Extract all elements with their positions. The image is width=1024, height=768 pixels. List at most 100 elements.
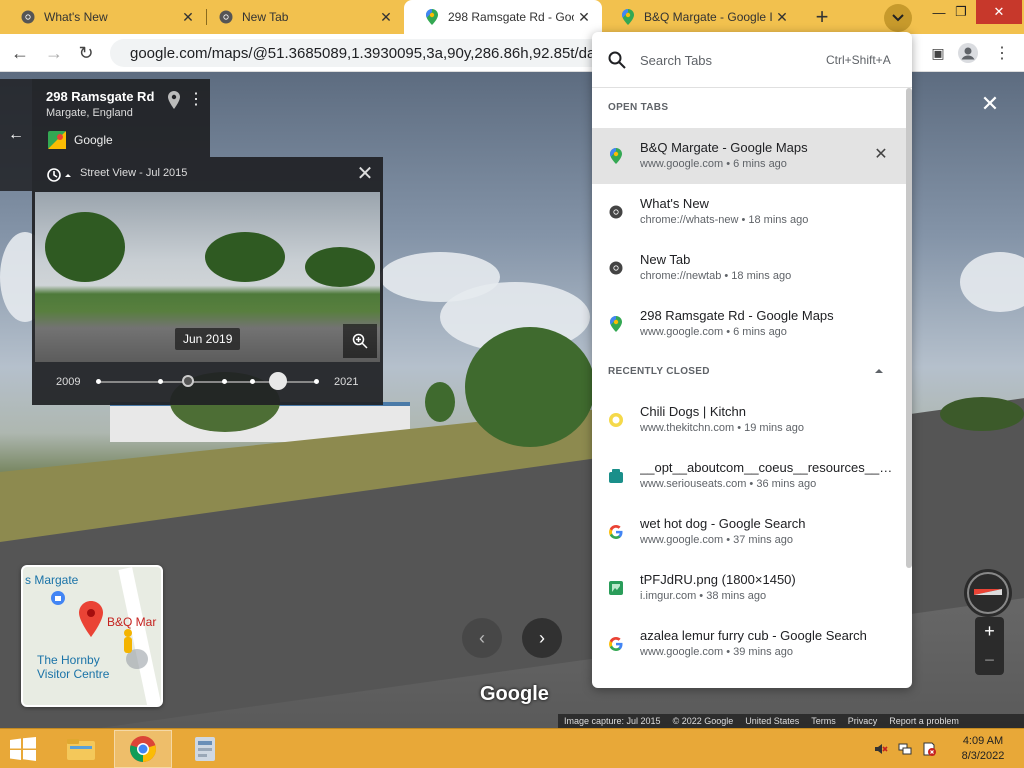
- zoom-out-button[interactable]: −: [975, 646, 1004, 675]
- tab-item-subtitle: www.seriouseats.com • 36 mins ago: [640, 478, 817, 490]
- action-center-warning-icon[interactable]: [922, 742, 936, 756]
- timeline-marker[interactable]: [96, 379, 101, 384]
- back-arrow-button[interactable]: ←: [0, 79, 32, 191]
- taskbar-file-explorer[interactable]: [52, 730, 110, 768]
- pin-icon[interactable]: [166, 91, 182, 109]
- search-icon: [608, 51, 626, 69]
- chevron-down-icon: [892, 14, 904, 22]
- red-pin-icon: [79, 601, 103, 637]
- recently-closed-item[interactable]: __opt__aboutcom__coeus__resources__co...…: [592, 448, 908, 504]
- tab-item-subtitle: i.imgur.com • 38 mins ago: [640, 590, 767, 602]
- profile-avatar[interactable]: [956, 41, 980, 65]
- close-icon[interactable]: ✕: [354, 163, 376, 185]
- forward-button[interactable]: →: [42, 41, 66, 65]
- windows-start-icon[interactable]: [8, 737, 38, 761]
- speaker-muted-icon[interactable]: [874, 742, 888, 756]
- tab-new-tab[interactable]: New Tab ✕: [198, 0, 404, 34]
- clock-time: 4:09 AM: [962, 735, 1004, 747]
- timeline-marker-current[interactable]: [182, 375, 194, 387]
- collapse-arrow-icon[interactable]: [874, 366, 884, 376]
- tab-298-ramsgate[interactable]: 298 Ramsgate Rd - Goog ✕: [404, 0, 602, 34]
- imgur-icon: [608, 580, 624, 596]
- timeline-marker[interactable]: [250, 379, 255, 384]
- cloud: [960, 252, 1024, 312]
- recently-closed-item[interactable]: tPFJdRU.png (1800×1450) i.imgur.com • 38…: [592, 560, 908, 616]
- shopping-bag-icon: [51, 591, 65, 605]
- back-button[interactable]: ←: [8, 41, 32, 65]
- location-source: Google: [74, 133, 113, 147]
- tab-bq-margate[interactable]: B&Q Margate - Google I ✕: [600, 0, 800, 34]
- privacy-link[interactable]: Privacy: [848, 716, 878, 726]
- seriouseats-icon: [608, 468, 624, 484]
- thumbnail-date-badge: Jun 2019: [175, 328, 241, 350]
- taskbar-app[interactable]: [176, 730, 234, 768]
- google-maps-logo-icon: [48, 131, 66, 149]
- close-street-view-icon[interactable]: ✕: [978, 92, 1002, 116]
- recently-closed-item[interactable]: Chili Dogs | Kitchn www.thekitchn.com • …: [592, 392, 908, 448]
- close-tab-icon[interactable]: ✕: [772, 7, 792, 27]
- time-machine-panel: Street View - Jul 2015 ✕ Jun 2019 2009 2…: [32, 157, 383, 405]
- history-icon[interactable]: [46, 167, 72, 183]
- open-tab-item[interactable]: New Tab chrome://newtab • 18 mins ago: [592, 240, 908, 296]
- tree: [45, 212, 125, 282]
- open-tab-item[interactable]: B&Q Margate - Google Maps www.google.com…: [592, 128, 908, 184]
- timeline-marker[interactable]: [314, 379, 319, 384]
- close-tab-icon[interactable]: ✕: [574, 7, 594, 27]
- chrome-icon: [130, 736, 156, 762]
- close-tab-icon[interactable]: ✕: [376, 7, 396, 27]
- taskbar-chrome[interactable]: [114, 730, 172, 768]
- timeline-end-year: 2021: [334, 376, 359, 388]
- timeline-marker[interactable]: [222, 379, 227, 384]
- google-maps-icon: [608, 148, 624, 164]
- next-arrow-button[interactable]: ›: [522, 618, 562, 658]
- tab-item-title: azalea lemur furry cub - Google Search: [640, 628, 867, 643]
- tab-search-shortcut: Ctrl+Shift+A: [826, 53, 891, 67]
- open-tabs-heading: OPEN TABS: [608, 102, 669, 113]
- tab-search-row[interactable]: Search Tabs Ctrl+Shift+A: [592, 32, 912, 88]
- close-window-button[interactable]: ✕: [976, 0, 1022, 24]
- street-view-thumbnail[interactable]: Jun 2019: [35, 192, 380, 362]
- reload-button[interactable]: ↻: [74, 41, 98, 65]
- terms-link[interactable]: Terms: [811, 716, 836, 726]
- tab-whats-new[interactable]: What's New ✕: [0, 0, 206, 34]
- tab-search-input[interactable]: Search Tabs: [640, 53, 712, 68]
- new-tab-button[interactable]: +: [808, 3, 836, 31]
- timeline-slider-handle[interactable]: [269, 372, 287, 390]
- tab-item-subtitle: chrome://whats-new • 18 mins ago: [640, 214, 809, 226]
- recently-closed-item[interactable]: azalea lemur furry cub - Google Search w…: [592, 616, 908, 672]
- tab-item-title: What's New: [640, 196, 709, 211]
- menu-kebab-icon[interactable]: ⋮: [990, 41, 1014, 65]
- zoom-in-button[interactable]: +: [975, 617, 1004, 646]
- report-problem-link[interactable]: Report a problem: [889, 716, 959, 726]
- image-capture-date: Image capture: Jul 2015: [564, 716, 661, 726]
- tab-search-button[interactable]: [884, 4, 912, 32]
- open-tab-item[interactable]: What's New chrome://whats-new • 18 mins …: [592, 184, 908, 240]
- tab-item-subtitle: www.google.com • 37 mins ago: [640, 534, 794, 546]
- network-icon[interactable]: [898, 742, 912, 756]
- side-panel-icon[interactable]: ▣: [926, 41, 950, 65]
- popup-scrollbar[interactable]: [906, 88, 912, 568]
- map-footer: Image capture: Jul 2015 © 2022 Google Un…: [558, 714, 1024, 728]
- tab-item-title: Chili Dogs | Kitchn: [640, 404, 746, 419]
- close-icon[interactable]: ✕: [872, 146, 890, 164]
- close-tab-icon[interactable]: ✕: [178, 7, 198, 27]
- tab-label: What's New: [44, 10, 108, 24]
- minimap[interactable]: s Margate B&Q Mar The Hornby Visitor Cen…: [21, 565, 163, 707]
- system-clock[interactable]: 4:09 AM 8/3/2022: [950, 734, 1016, 764]
- compass-button[interactable]: [964, 569, 1012, 617]
- chrome-icon: [218, 9, 234, 25]
- timeline-marker[interactable]: [158, 379, 163, 384]
- zoom-in-button[interactable]: [343, 324, 377, 358]
- address-bar[interactable]: google.com/maps/@51.3685089,1.3930095,3a…: [110, 39, 610, 67]
- tab-item-title: 298 Ramsgate Rd - Google Maps: [640, 308, 834, 323]
- google-icon: [608, 636, 624, 652]
- kitchn-icon: [608, 412, 624, 428]
- region-link[interactable]: United States: [745, 716, 799, 726]
- previous-arrow-button[interactable]: ‹: [462, 618, 502, 658]
- restore-button[interactable]: ❐: [944, 0, 978, 24]
- open-tab-item[interactable]: 298 Ramsgate Rd - Google Maps www.google…: [592, 296, 908, 352]
- more-options-icon[interactable]: ⋮: [188, 91, 204, 109]
- tab-item-subtitle: www.google.com • 39 mins ago: [640, 646, 794, 658]
- recently-closed-item[interactable]: wet hot dog - Google Search www.google.c…: [592, 504, 908, 560]
- location-city: Margate, England: [46, 107, 133, 119]
